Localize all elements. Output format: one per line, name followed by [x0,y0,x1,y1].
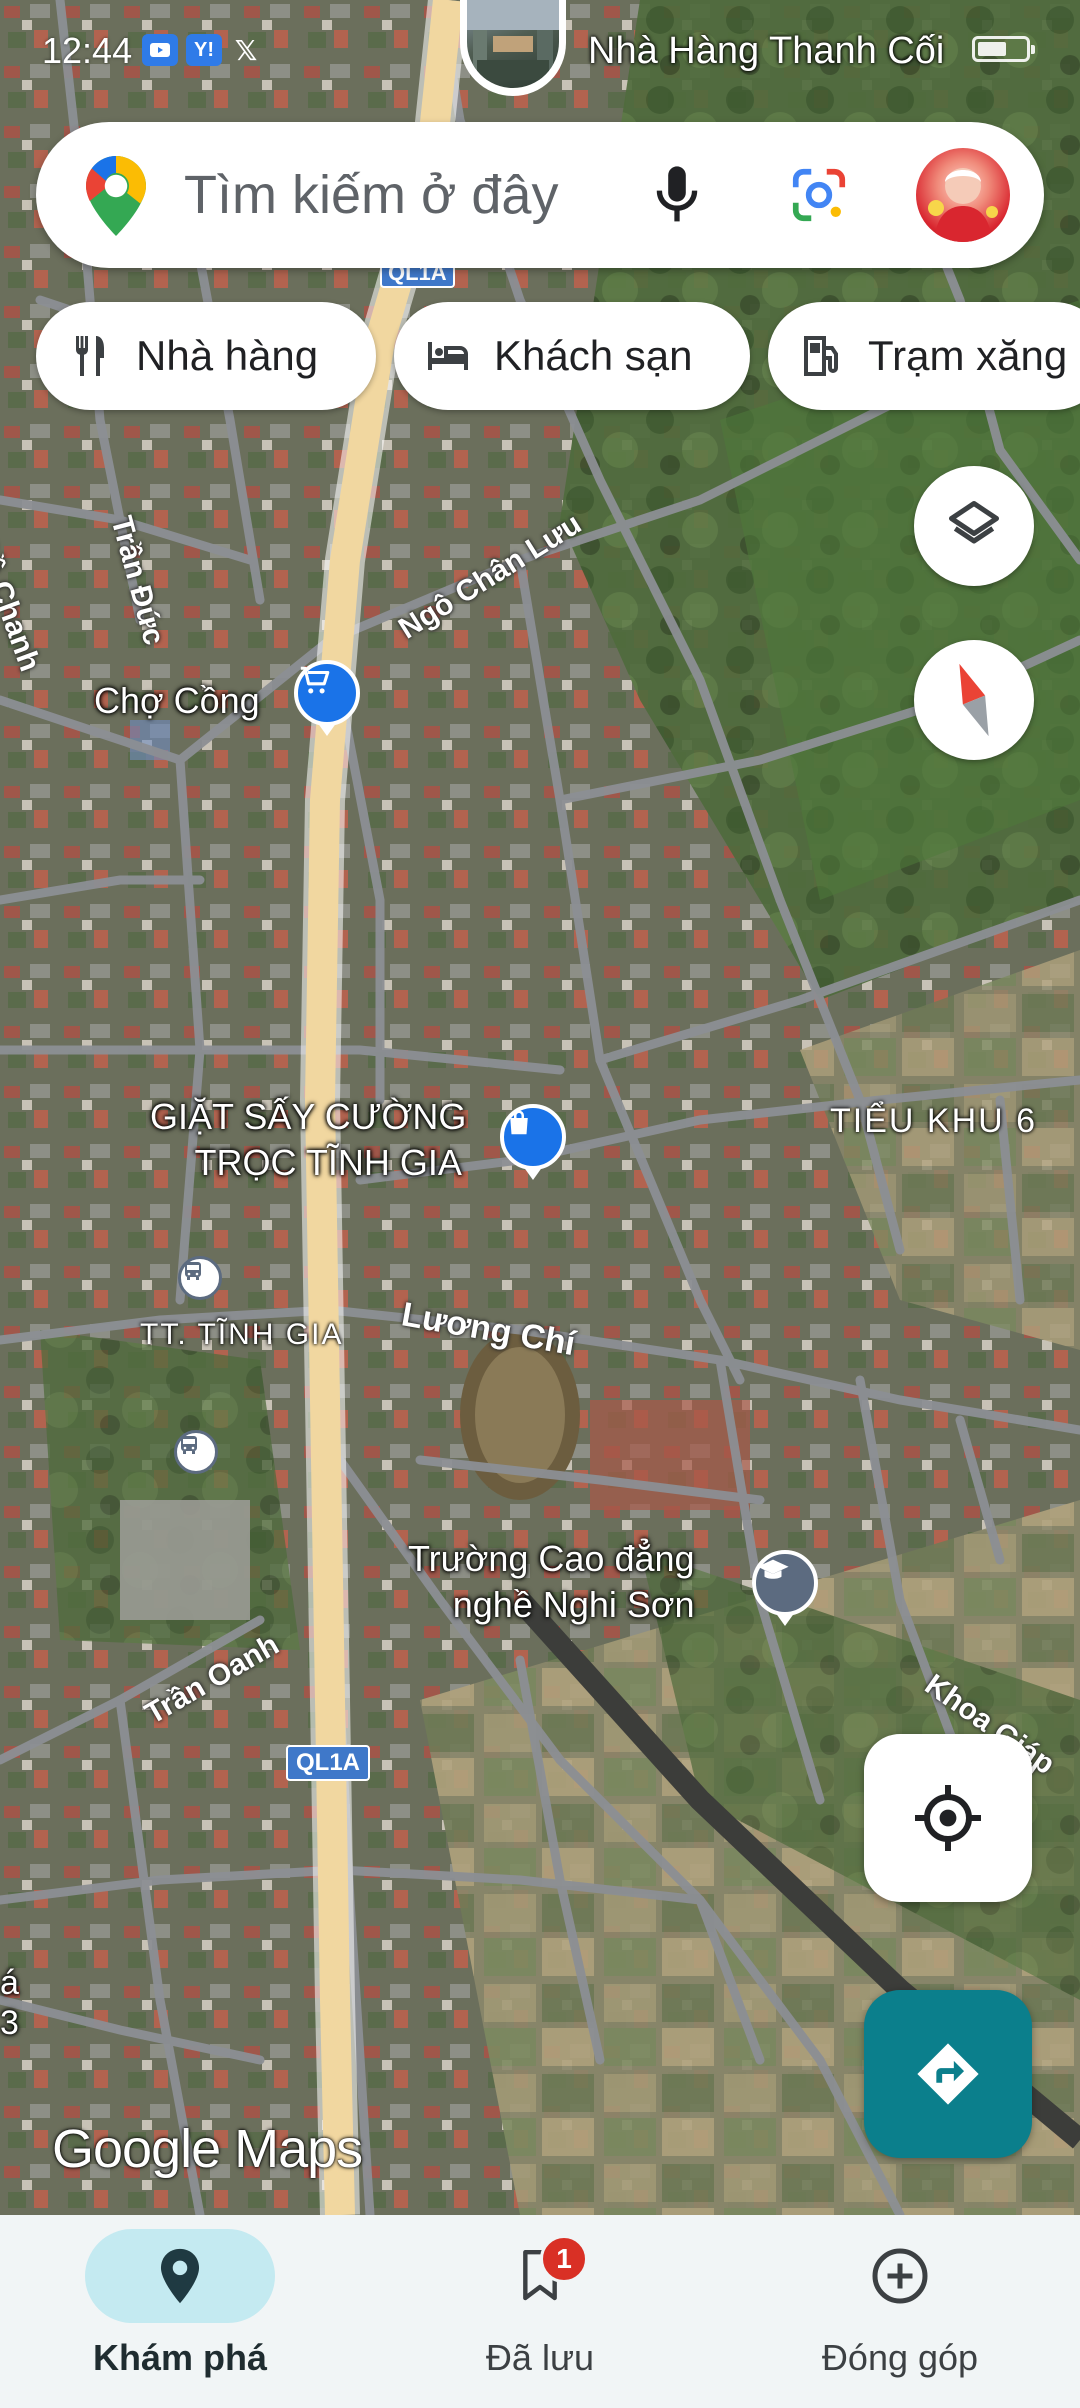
google-maps-logo: Google Maps [52,2119,363,2179]
bus-stop-icon[interactable] [174,1430,218,1474]
place-label-line-1: Trường Cao đẳng [408,1538,695,1579]
nav-saved[interactable]: Đã lưu [360,2215,720,2408]
saved-count-badge: 1 [540,2235,588,2283]
shopping-bag-icon [510,1110,528,1135]
place-photo-thumbnail[interactable] [460,0,566,96]
place-label-line-1: GIẶT SẤY CƯỜNG [150,1096,467,1137]
chip-hotels[interactable]: Khách sạn [394,302,750,410]
chip-label: Khách sạn [494,332,693,379]
yahoo-icon: Y! [186,34,222,66]
add-circle-icon [872,2248,928,2304]
compass-button[interactable] [914,640,1034,760]
chip-restaurants[interactable]: Nhà hàng [36,302,376,410]
shopping-cart-icon [300,666,330,694]
place-label-truong-cao-dang[interactable]: Trường Cao đẳng nghề Nghi Sơn [408,1536,695,1628]
edge-label: 3 [0,2004,19,2042]
search-input[interactable]: Tìm kiếm ở đây [184,164,558,226]
location-pin-icon [160,2248,200,2304]
highway-shield: QL1A [286,1745,371,1781]
user-avatar[interactable] [916,148,1010,242]
layers-icon [949,501,999,544]
google-maps-screen: Trần Đức Đồ Chanh Ngô Chân Lưu Lương Chí… [0,0,1080,2408]
avatar-image [928,168,998,242]
nav-label: Khám phá [92,2337,268,2378]
microphone-icon[interactable] [650,162,704,228]
clock: 12:44 [42,30,133,71]
chip-label: Nhà hàng [136,332,319,379]
gas-pump-icon [804,336,838,376]
restaurant-photo-image [467,0,559,80]
x-icon: 𝕏 [234,34,258,66]
video-app-icon [142,34,178,66]
place-label-giat-say[interactable]: GIẶT SẤY CƯỜNG TRỌC TĨNH GIA [150,1094,466,1186]
chip-label: Trạm xăng [868,332,1068,379]
bed-icon [428,342,468,370]
shopping-bag-pin[interactable] [500,1104,566,1180]
school-pin[interactable] [752,1550,818,1626]
nav-explore-highlight [85,2229,275,2323]
nav-contribute[interactable]: Đóng góp [720,2215,1080,2408]
bottom-navigation: Khám phá Đã lưu 1 Đóng góp [0,2215,1080,2408]
bus-glyph [185,1262,201,1280]
restaurant-photo [467,0,559,88]
compass-icon [959,663,989,737]
battery-icon [972,36,1035,62]
bus-glyph [181,1436,197,1454]
nav-label: Đã lưu [485,2337,595,2378]
chip-gas-stations[interactable]: Trạm xăng [768,302,1080,410]
area-label-tieu-khu-6: TIỂU KHU 6 [830,1102,1038,1140]
shopping-cart-pin[interactable] [294,660,360,736]
directions-button[interactable] [864,1990,1032,2158]
nav-label: Đóng góp [821,2337,979,2378]
graduation-cap-icon [757,1559,789,1579]
place-label-cho-cong[interactable]: Chợ Cồng [94,678,260,724]
search-bar[interactable]: Tìm kiếm ở đây [36,122,1044,268]
place-name-label[interactable]: Nhà Hàng Thanh Cối [588,30,944,73]
nav-explore[interactable]: Khám phá [0,2215,360,2408]
area-label-tt-tinh-gia: TT. TĨNH GIA [140,1318,344,1351]
google-maps-logo-icon [86,156,146,236]
my-location-button[interactable] [864,1734,1032,1902]
crosshair-icon [915,1785,981,1851]
fork-knife-icon [76,336,104,376]
bus-stop-icon[interactable] [178,1256,222,1300]
place-label-line-2: nghề Nghi Sơn [452,1584,695,1625]
place-label-line-2: TRỌC TĨNH GIA [194,1142,462,1183]
battery-level [978,42,1006,56]
video-glyph [150,43,170,57]
nav-contribute-icon-wrap [805,2229,995,2323]
layers-button[interactable] [914,466,1034,586]
status-bar: 12:44 Y! 𝕏 Nhà Hàng Thanh Cối [0,0,1080,100]
directions-icon [917,2043,979,2105]
google-lens-icon[interactable] [788,164,850,226]
nav-saved-icon-wrap [445,2229,635,2323]
